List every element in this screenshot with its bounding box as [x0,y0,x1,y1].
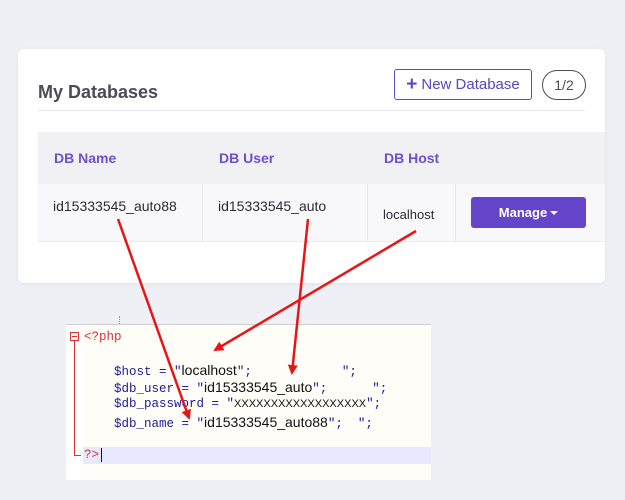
dotted-guide [119,316,120,324]
value-host: localhost [181,362,237,378]
text-cursor [101,448,102,462]
pagination-indicator[interactable]: 1/2 [542,70,586,100]
column-header-db-host: DB Host [384,150,440,166]
php-close-tag: ?> [84,448,100,462]
fold-line [74,341,75,455]
column-header-db-user: DB User [219,150,275,166]
table-row: id15333545_auto88 id15333545_auto localh… [38,184,605,242]
my-databases-card: My Databases + New Database 1/2 DB Name … [18,49,605,283]
cell-db-user: id15333545_auto [203,184,368,242]
var-db-user: $db_user [114,382,175,396]
fold-collapse-icon[interactable] [70,332,79,341]
code-line-db-password: $db_password = "XXXXXXXXXXXXXXXXXX"; [114,397,382,411]
value-db-name: id15333545_auto88 [204,414,328,430]
var-db-name: $db_name [114,417,175,431]
db-name-value: id15333545_auto88 [53,198,177,214]
plus-icon: + [406,74,418,95]
manage-label: Manage [498,205,548,220]
code-line-host: $host = "localhost"; "; [114,362,357,379]
code-line-db-name: $db_name = "id15333545_auto88"; "; [114,414,373,431]
caret-down-icon [550,211,559,215]
value-db-password: XXXXXXXXXXXXXXXXXX [234,398,367,410]
divider [38,110,585,111]
code-editor[interactable]: <?php $host = "localhost"; "; $db_user =… [66,324,431,480]
var-host: $host [114,365,152,379]
db-user-value: id15333545_auto [218,198,327,214]
current-line-highlight [83,447,431,464]
var-db-password: $db_password [114,397,205,411]
new-database-button[interactable]: + New Database [394,69,532,100]
code-line-db-user: $db_user = "id15333545_auto"; "; [114,379,388,396]
value-db-user: id15333545_auto [204,379,313,395]
card-title: My Databases [38,82,159,102]
table-header: DB Name DB User DB Host [38,132,605,184]
new-database-label: New Database [421,76,520,93]
cell-db-name: id15333545_auto88 [38,184,203,242]
php-open-tag: <?php [84,330,122,344]
fold-end [74,455,81,456]
db-host-value: localhost [383,207,435,222]
cell-db-host: localhost [368,184,456,242]
column-header-db-name: DB Name [54,150,117,166]
manage-button[interactable]: Manage [471,197,586,228]
